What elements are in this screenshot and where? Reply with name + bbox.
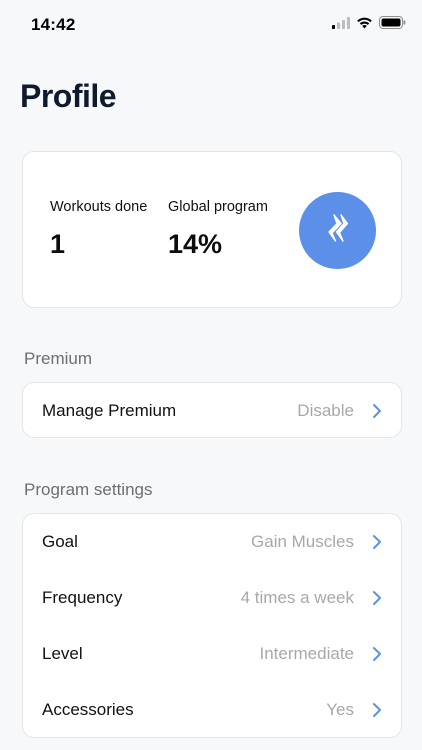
workouts-done-stat: Workouts done 1 [50,199,147,260]
accessories-value: Yes [326,700,354,719]
status-time: 14:42 [31,15,76,34]
wifi-icon [356,16,373,34]
signal-icon [332,16,350,34]
workouts-done-value: 1 [50,229,66,259]
status-icons [332,16,406,34]
status-bar: 14:42 [0,0,422,48]
level-value: Intermediate [259,644,355,663]
accessories-label: Accessories [42,700,134,719]
frequency-label: Frequency [42,588,123,607]
manage-premium-label: Manage Premium [42,401,177,420]
chevron-right-icon [371,534,383,550]
goal-value: Gain Muscles [251,532,354,551]
battery-icon [379,16,406,34]
page-title: Profile [20,78,117,114]
goal-row[interactable]: Goal Gain Muscles [23,514,401,570]
manage-premium-row[interactable]: Manage Premium Disable [23,383,401,439]
manage-premium-value: Disable [297,401,354,420]
global-program-value: 14% [168,229,223,259]
premium-section-label: Premium [24,349,93,368]
program-settings-card: Goal Gain Muscles Frequency 4 times a we… [22,513,402,738]
goal-label: Goal [42,532,78,551]
frequency-row[interactable]: Frequency 4 times a week [23,570,401,626]
premium-card: Manage Premium Disable [22,382,402,438]
chevron-right-icon [371,702,383,718]
accessories-row[interactable]: Accessories Yes [23,682,401,738]
global-program-stat: Global program 14% [168,199,268,260]
global-program-label: Global program [168,199,268,215]
chevron-right-icon [371,590,383,606]
chevron-right-icon [371,403,383,419]
chevron-right-icon [371,646,383,662]
lightning-bolt-icon [321,211,355,250]
program-settings-section-label: Program settings [24,480,153,499]
workouts-done-label: Workouts done [50,199,148,215]
frequency-value: 4 times a week [240,588,354,607]
stats-card: Workouts done 1 Global program 14% [22,151,402,308]
level-row[interactable]: Level Intermediate [23,626,401,682]
lightning-bolt-badge [299,192,376,269]
level-label: Level [42,644,83,663]
